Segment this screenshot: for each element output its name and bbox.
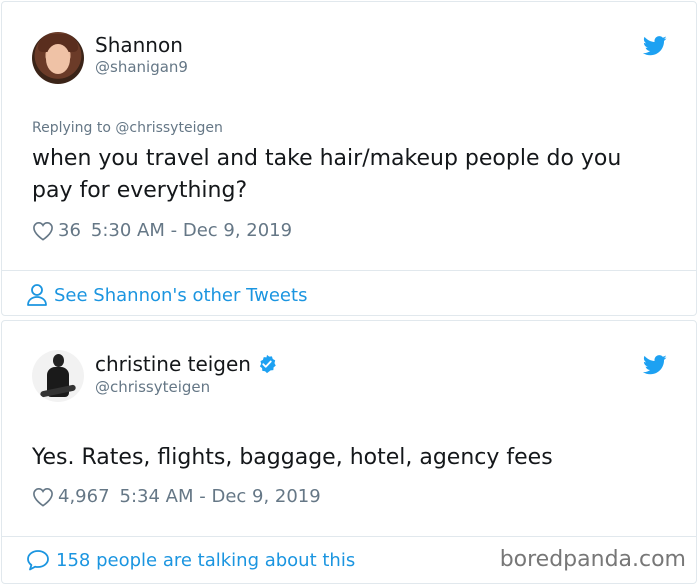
watermark: boredpanda.com bbox=[499, 547, 686, 572]
author-name[interactable]: Shannon bbox=[95, 33, 183, 57]
see-other-tweets-link[interactable]: See Shannon's other Tweets bbox=[26, 283, 307, 307]
conversation-label: 158 people are talking about this bbox=[56, 549, 356, 571]
divider bbox=[1, 536, 697, 537]
timestamp[interactable]: 5:34 AM - Dec 9, 2019 bbox=[120, 486, 321, 507]
timestamp[interactable]: 5:30 AM - Dec 9, 2019 bbox=[91, 220, 292, 241]
verified-badge-icon bbox=[259, 354, 276, 374]
author-handle[interactable]: @chrissyteigen bbox=[95, 378, 210, 396]
tweet-meta: 36 5:30 AM - Dec 9, 2019 bbox=[32, 220, 292, 241]
person-icon bbox=[27, 284, 47, 306]
tweet-meta: 4,967 5:34 AM - Dec 9, 2019 bbox=[32, 486, 321, 507]
tweet-text: Yes. Rates, flights, baggage, hotel, age… bbox=[32, 445, 553, 470]
author-name[interactable]: christine teigen bbox=[95, 352, 277, 376]
like-count[interactable]: 36 bbox=[58, 220, 81, 241]
twitter-bird-icon[interactable] bbox=[643, 36, 667, 56]
heart-icon[interactable] bbox=[32, 221, 54, 241]
replying-to-label[interactable]: Replying to @chrissyteigen bbox=[32, 120, 223, 136]
avatar[interactable] bbox=[32, 32, 84, 84]
tweet-text: when you travel and take hair/makeup peo… bbox=[32, 146, 622, 203]
like-count[interactable]: 4,967 bbox=[58, 486, 110, 507]
author-handle[interactable]: @shanigan9 bbox=[95, 58, 188, 76]
author-name-text: christine teigen bbox=[95, 352, 251, 376]
see-other-tweets-label: See Shannon's other Tweets bbox=[54, 284, 308, 306]
heart-icon[interactable] bbox=[32, 487, 54, 507]
avatar[interactable] bbox=[32, 350, 84, 402]
speech-bubble-icon bbox=[27, 550, 49, 571]
divider bbox=[1, 270, 697, 271]
twitter-bird-icon[interactable] bbox=[643, 355, 667, 375]
conversation-link[interactable]: 158 people are talking about this bbox=[26, 549, 355, 571]
